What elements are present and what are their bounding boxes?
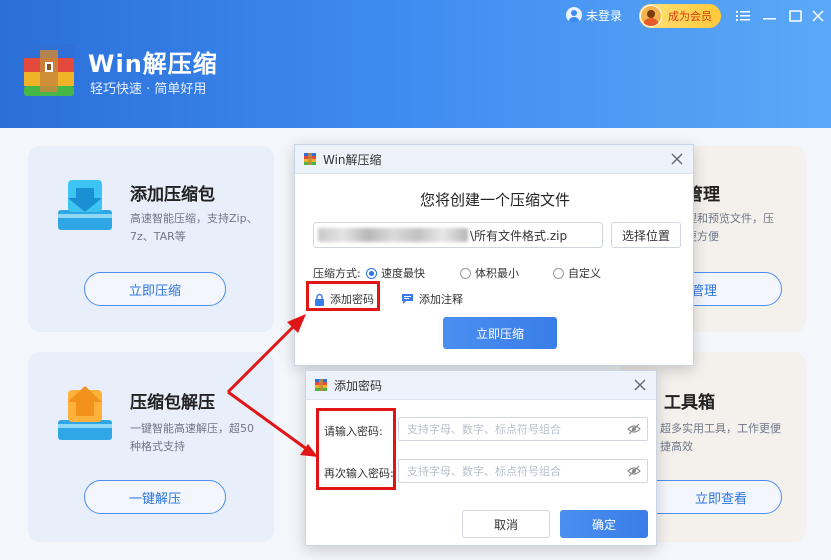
card-extract-title: 压缩包解压 (130, 393, 215, 413)
compress-dialog-titlebar: Win解压缩 (295, 145, 693, 174)
vip-label: 成为会员 (668, 10, 712, 23)
radio-fastest[interactable] (366, 267, 377, 279)
password-input[interactable]: 支持字母、数字、标点符号组合 (398, 417, 648, 441)
password-dialog-titlebar: 添加密码 (306, 371, 656, 400)
card-extract-desc: 一键智能高速解压，超50 种格式支持 (130, 420, 254, 456)
option-custom[interactable]: 自定义 (553, 265, 601, 281)
vip-avatar-icon (640, 5, 662, 27)
password-dialog-title: 添加密码 (334, 378, 383, 393)
highlight-add-password (306, 281, 380, 311)
add-comment-link[interactable]: 添加注释 (401, 291, 463, 307)
confirm-password-input[interactable]: 支持字母、数字、标点符号组合 (398, 459, 648, 483)
compress-dialog-title: Win解压缩 (323, 152, 382, 167)
card-manage-desc: 理和预览文件，压 更方便 (686, 210, 774, 246)
card-extract-desc-line1: 一键智能高速解压，超50 (130, 422, 254, 435)
comment-icon (402, 294, 413, 304)
card-toolbox-title: 工具箱 (664, 393, 715, 413)
app-slogan: 轻巧快速 · 简单好用 (90, 82, 207, 97)
blurred-path (318, 228, 468, 242)
app-header: Win解压缩 轻巧快速 · 简单好用 未登录 成为会员 (0, 0, 831, 128)
card-compress-desc-line1: 高速智能压缩，支持Zip、 (130, 212, 258, 225)
compress-box-icon (58, 180, 112, 230)
card-toolbox-desc-line1: 超多实用工具，工作更便 (660, 422, 781, 435)
compress-method-label: 压缩方式: (313, 267, 361, 280)
submit-compress-button[interactable]: 立即压缩 (443, 317, 557, 349)
extract-now-button[interactable]: 一键解压 (84, 480, 226, 514)
login-button[interactable]: 未登录 (566, 5, 622, 25)
highlight-password-labels (316, 408, 396, 490)
choose-location-button[interactable]: 选择位置 (611, 222, 681, 248)
option-smallest-label: 体积最小 (475, 267, 519, 280)
card-extract-desc-line2: 种格式支持 (130, 440, 185, 453)
eye-hidden-icon[interactable] (627, 465, 641, 477)
card-compress-desc-line2: 7z、TAR等 (130, 230, 186, 243)
radio-smallest[interactable] (460, 267, 471, 279)
compress-now-button[interactable]: 立即压缩 (84, 272, 226, 306)
app-mini-logo-icon (315, 379, 327, 391)
option-fastest-label: 速度最快 (381, 267, 425, 280)
card-extract: 压缩包解压 一键智能高速解压，超50 种格式支持 一键解压 (28, 352, 274, 542)
login-label: 未登录 (586, 8, 623, 23)
user-icon (566, 7, 582, 23)
save-path-suffix: \所有文件格式.zip (470, 228, 568, 243)
extract-box-icon (58, 386, 112, 440)
option-fastest[interactable]: 速度最快 (366, 265, 425, 281)
close-window-icon[interactable] (810, 8, 826, 24)
card-manage-desc-line2: 更方便 (686, 230, 719, 243)
minimize-icon[interactable] (761, 8, 777, 24)
card-manage-desc-line1: 理和预览文件，压 (686, 212, 774, 225)
app-logo-icon (24, 44, 74, 96)
compress-dialog-heading: 您将创建一个压缩文件 (419, 191, 570, 209)
close-icon[interactable] (632, 377, 648, 393)
add-comment-label: 添加注释 (419, 293, 463, 306)
close-icon[interactable] (669, 151, 685, 167)
option-smallest[interactable]: 体积最小 (460, 265, 519, 281)
option-custom-label: 自定义 (568, 267, 601, 280)
card-compress-title: 添加压缩包 (130, 185, 215, 205)
password-placeholder: 支持字母、数字、标点符号组合 (407, 423, 561, 436)
app-name: Win解压缩 (88, 50, 218, 78)
cancel-button[interactable]: 取消 (462, 510, 550, 538)
maximize-icon[interactable] (787, 8, 803, 24)
menu-icon[interactable] (735, 8, 751, 24)
radio-custom[interactable] (553, 267, 564, 279)
card-compress: 添加压缩包 高速智能压缩，支持Zip、 7z、TAR等 立即压缩 (28, 146, 274, 332)
save-path-input[interactable]: \所有文件格式.zip (313, 222, 603, 248)
confirm-password-placeholder: 支持字母、数字、标点符号组合 (407, 465, 561, 478)
eye-hidden-icon[interactable] (627, 423, 641, 435)
vip-button[interactable]: 成为会员 (639, 4, 721, 28)
card-toolbox-desc-line2: 捷高效 (660, 440, 693, 453)
app-mini-logo-icon (304, 153, 316, 165)
compress-dialog: Win解压缩 您将创建一个压缩文件 \所有文件格式.zip 选择位置 压缩方式:… (294, 144, 694, 366)
ok-button[interactable]: 确定 (560, 510, 648, 538)
card-compress-desc: 高速智能压缩，支持Zip、 7z、TAR等 (130, 210, 258, 246)
view-tools-button[interactable]: 立即查看 (640, 480, 782, 514)
card-toolbox-desc: 超多实用工具，工作更便 捷高效 (660, 420, 781, 456)
